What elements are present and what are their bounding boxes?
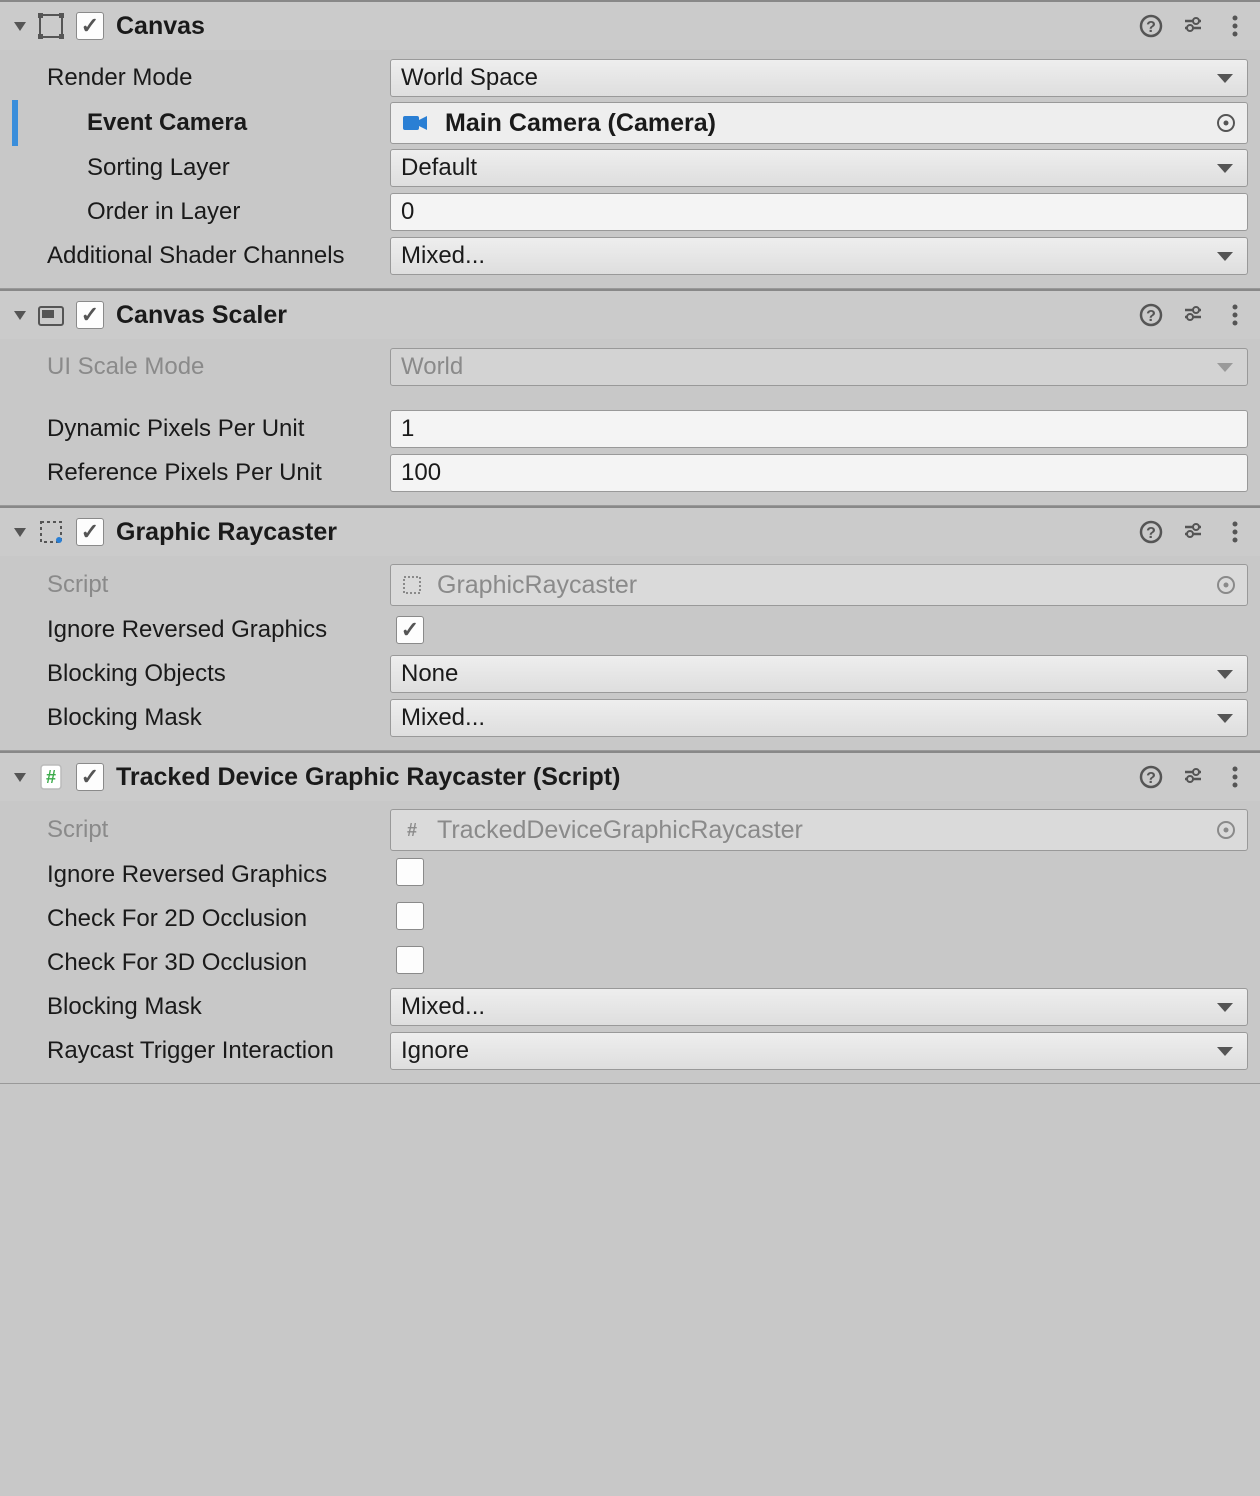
- field-label: Blocking Objects: [12, 660, 390, 688]
- hash-icon: #: [401, 819, 423, 841]
- check-2d-occlusion-checkbox[interactable]: [396, 902, 424, 930]
- script-icon: #: [36, 762, 66, 792]
- ignore-reversed-checkbox[interactable]: [396, 858, 424, 886]
- canvas-scaler-icon: [36, 300, 66, 330]
- field-label: UI Scale Mode: [12, 353, 390, 381]
- object-picker-icon[interactable]: [1211, 108, 1241, 138]
- foldout-toggle[interactable]: [10, 767, 30, 787]
- help-icon[interactable]: ?: [1138, 302, 1164, 328]
- ignore-reversed-checkbox[interactable]: [396, 616, 424, 644]
- foldout-toggle[interactable]: [10, 522, 30, 542]
- component-body: UI Scale Mode World Dynamic Pixels Per U…: [0, 339, 1260, 505]
- help-icon[interactable]: ?: [1138, 764, 1164, 790]
- blocking-mask-dropdown[interactable]: Mixed...: [390, 988, 1248, 1026]
- sorting-layer-dropdown[interactable]: Default: [390, 149, 1248, 187]
- object-picker-icon: [1211, 815, 1241, 845]
- svg-text:?: ?: [1146, 525, 1156, 542]
- component-header-canvas-scaler: Canvas Scaler ?: [0, 291, 1260, 339]
- raycast-trigger-dropdown[interactable]: Ignore: [390, 1032, 1248, 1070]
- menu-icon[interactable]: [1222, 13, 1248, 39]
- field-label: Script: [12, 816, 390, 844]
- order-in-layer-input[interactable]: 0: [390, 193, 1248, 231]
- foldout-toggle[interactable]: [10, 305, 30, 325]
- reference-pixels-input[interactable]: 100: [390, 454, 1248, 492]
- field-label: Script: [12, 571, 390, 599]
- field-label: Ignore Reversed Graphics: [12, 861, 390, 889]
- chevron-down-icon: [1217, 74, 1233, 83]
- component-header-canvas: Canvas ?: [0, 2, 1260, 50]
- blocking-mask-dropdown[interactable]: Mixed...: [390, 699, 1248, 737]
- field-label: Event Camera: [12, 109, 390, 137]
- graphic-raycaster-icon: [36, 517, 66, 547]
- component-header-tracked: # Tracked Device Graphic Raycaster (Scri…: [0, 753, 1260, 801]
- field-label: Render Mode: [12, 64, 390, 92]
- menu-icon[interactable]: [1222, 519, 1248, 545]
- enable-checkbox[interactable]: [76, 301, 104, 329]
- svg-text:#: #: [407, 820, 417, 840]
- field-label: Check For 3D Occlusion: [12, 949, 390, 977]
- script-field: # TrackedDeviceGraphicRaycaster: [390, 809, 1248, 851]
- field-label: Ignore Reversed Graphics: [12, 616, 390, 644]
- camera-icon: [401, 113, 429, 133]
- preset-icon[interactable]: [1180, 519, 1206, 545]
- svg-text:?: ?: [1146, 308, 1156, 325]
- component-title: Canvas: [116, 12, 1134, 41]
- component-graphic-raycaster: Graphic Raycaster ? Script GraphicRaycas…: [0, 506, 1260, 751]
- preset-icon[interactable]: [1180, 764, 1206, 790]
- svg-text:?: ?: [1146, 19, 1156, 36]
- menu-icon[interactable]: [1222, 302, 1248, 328]
- component-title: Graphic Raycaster: [116, 518, 1134, 547]
- help-icon[interactable]: ?: [1138, 519, 1164, 545]
- chevron-down-icon: [1217, 164, 1233, 173]
- field-label: Order in Layer: [12, 198, 390, 226]
- field-label: Reference Pixels Per Unit: [12, 459, 390, 487]
- highlight-bar: [12, 100, 18, 146]
- component-canvas-scaler: Canvas Scaler ? UI Scale Mode World Dyna…: [0, 289, 1260, 506]
- chevron-down-icon: [1217, 1003, 1233, 1012]
- enable-checkbox[interactable]: [76, 763, 104, 791]
- chevron-down-icon: [1217, 1047, 1233, 1056]
- chevron-down-icon: [1217, 670, 1233, 679]
- check-3d-occlusion-checkbox[interactable]: [396, 946, 424, 974]
- component-tracked-device-graphic-raycaster: # Tracked Device Graphic Raycaster (Scri…: [0, 751, 1260, 1084]
- component-title: Canvas Scaler: [116, 301, 1134, 330]
- component-header-graphic-raycaster: Graphic Raycaster ?: [0, 508, 1260, 556]
- component-canvas: Canvas ? Render Mode World Space Event C…: [0, 0, 1260, 289]
- field-label: Check For 2D Occlusion: [12, 905, 390, 933]
- enable-checkbox[interactable]: [76, 12, 104, 40]
- menu-icon[interactable]: [1222, 764, 1248, 790]
- shader-channels-dropdown[interactable]: Mixed...: [390, 237, 1248, 275]
- component-body: Script GraphicRaycaster Ignore Reversed …: [0, 556, 1260, 750]
- svg-text:#: #: [46, 767, 56, 787]
- object-picker-icon: [1211, 570, 1241, 600]
- chevron-down-icon: [1217, 363, 1233, 372]
- preset-icon[interactable]: [1180, 13, 1206, 39]
- script-field: GraphicRaycaster: [390, 564, 1248, 606]
- help-icon[interactable]: ?: [1138, 13, 1164, 39]
- field-label: Blocking Mask: [12, 704, 390, 732]
- field-label: Dynamic Pixels Per Unit: [12, 415, 390, 443]
- canvas-icon: [36, 11, 66, 41]
- preset-icon[interactable]: [1180, 302, 1206, 328]
- chevron-down-icon: [1217, 714, 1233, 723]
- component-body: Script # TrackedDeviceGraphicRaycaster I…: [0, 801, 1260, 1083]
- foldout-toggle[interactable]: [10, 16, 30, 36]
- field-label: Additional Shader Channels: [12, 242, 390, 270]
- svg-text:?: ?: [1146, 770, 1156, 787]
- component-title: Tracked Device Graphic Raycaster (Script…: [116, 763, 1134, 792]
- component-body: Render Mode World Space Event Camera Mai…: [0, 50, 1260, 288]
- field-label: Blocking Mask: [12, 993, 390, 1021]
- rect-icon: [401, 574, 423, 596]
- enable-checkbox[interactable]: [76, 518, 104, 546]
- field-label: Sorting Layer: [12, 154, 390, 182]
- render-mode-dropdown[interactable]: World Space: [390, 59, 1248, 97]
- dynamic-pixels-input[interactable]: 1: [390, 410, 1248, 448]
- blocking-objects-dropdown[interactable]: None: [390, 655, 1248, 693]
- ui-scale-mode-dropdown: World: [390, 348, 1248, 386]
- event-camera-field[interactable]: Main Camera (Camera): [390, 102, 1248, 144]
- field-label: Raycast Trigger Interaction: [12, 1037, 390, 1065]
- chevron-down-icon: [1217, 252, 1233, 261]
